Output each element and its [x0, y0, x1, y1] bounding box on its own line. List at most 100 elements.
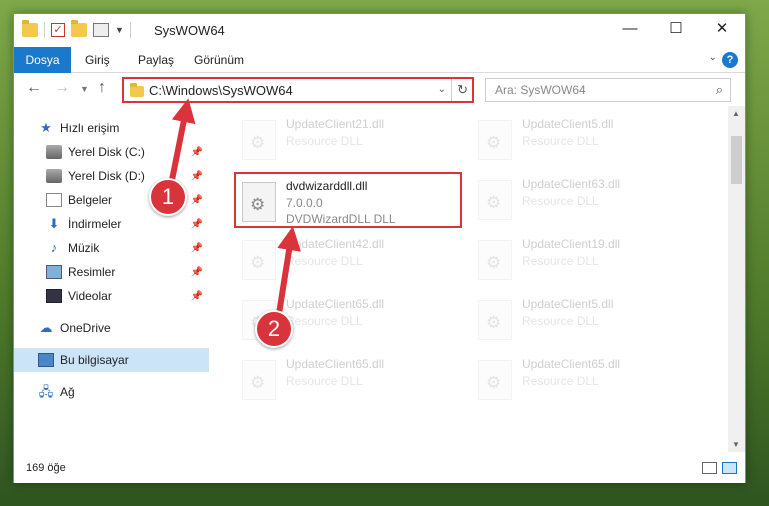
- forward-button[interactable]: →: [54, 79, 70, 97]
- customize-icon[interactable]: [93, 23, 109, 37]
- sidebar-item-this-pc[interactable]: Bu bilgisayar: [14, 348, 209, 372]
- dll-file-icon: [478, 300, 512, 340]
- maximize-button[interactable]: ☐: [653, 14, 699, 44]
- address-bar[interactable]: C:\Windows\SysWOW64 ⌄ ↻: [122, 77, 474, 103]
- star-icon: ★: [40, 120, 52, 135]
- step-badge-2: 2: [255, 310, 293, 348]
- close-button[interactable]: ✕: [699, 14, 745, 44]
- disk-icon: [46, 145, 62, 159]
- tab-view[interactable]: Görünüm: [180, 47, 258, 73]
- dll-file-icon: [242, 240, 276, 280]
- step-badge-1: 1: [149, 178, 187, 216]
- disk-icon: [46, 169, 62, 183]
- sidebar-item-label: İndirmeler: [68, 217, 122, 231]
- file-tile[interactable]: UpdateClient65.dll Resource DLL: [472, 352, 700, 408]
- dll-file-icon: [478, 360, 512, 400]
- file-description: Resource DLL: [522, 374, 599, 388]
- cloud-icon: ☁: [39, 320, 53, 335]
- file-tile-selected[interactable]: dvdwizarddll.dll 7.0.0.0 DVDWizardDLL DL…: [234, 172, 462, 228]
- navigation-pane: ★ Hızlı erişim Yerel Disk (C:) 📌 Yerel D…: [14, 106, 209, 452]
- file-tile[interactable]: UpdateClient5.dll Resource DLL: [472, 112, 700, 168]
- tab-file[interactable]: Dosya: [14, 47, 71, 73]
- sidebar-item-label: Resimler: [68, 265, 116, 279]
- expand-ribbon-icon[interactable]: ⌄: [709, 52, 717, 63]
- minimize-button[interactable]: —: [607, 14, 653, 44]
- dll-file-icon: [242, 120, 276, 160]
- music-icon: ♪: [50, 240, 58, 255]
- scroll-down-icon[interactable]: ▼: [732, 440, 740, 449]
- refresh-icon[interactable]: ↻: [457, 82, 468, 98]
- sidebar-item-downloads[interactable]: ⬇ İndirmeler 📌: [14, 212, 209, 236]
- sidebar-item-quick-access[interactable]: ★ Hızlı erişim: [14, 116, 209, 140]
- search-input[interactable]: Ara: SysWOW64: [495, 83, 586, 97]
- sidebar-item-pictures[interactable]: Resimler 📌: [14, 260, 209, 284]
- sidebar-item-music[interactable]: ♪ Müzik 📌: [14, 236, 209, 260]
- explorer-window: ✓ ▼ SysWOW64 — ☐ ✕ Dosya Giriş Paylaş Gö…: [13, 13, 746, 483]
- sidebar-item-label: Hızlı erişim: [60, 121, 120, 135]
- file-tile[interactable]: UpdateClient42.dll Resource DLL: [236, 232, 464, 288]
- item-count: 169 öğe: [26, 462, 66, 474]
- recent-locations-button[interactable]: ▼: [80, 84, 89, 94]
- sidebar-item-label: Bu bilgisayar: [60, 353, 129, 367]
- file-name: UpdateClient5.dll: [522, 297, 614, 311]
- file-description: Resource DLL: [286, 134, 363, 148]
- sidebar-item-label: Müzik: [68, 241, 100, 255]
- back-button[interactable]: ←: [26, 79, 42, 97]
- pin-icon[interactable]: 📌: [191, 291, 203, 302]
- title-bar: ✓ ▼ SysWOW64 — ☐ ✕: [14, 14, 745, 47]
- navigation-bar: ← → ▼ ↑ C:\Windows\SysWOW64 ⌄ ↻ Ara: Sys…: [14, 73, 745, 105]
- file-description: Resource DLL: [286, 374, 363, 388]
- sidebar-item-onedrive[interactable]: ☁ OneDrive: [14, 316, 209, 340]
- pin-icon[interactable]: 📌: [191, 267, 203, 278]
- chevron-down-icon[interactable]: ▼: [115, 25, 124, 35]
- pin-icon[interactable]: 📌: [191, 171, 203, 182]
- details-view-icon[interactable]: [702, 462, 717, 474]
- computer-icon: [38, 353, 54, 367]
- new-folder-icon[interactable]: [71, 20, 87, 37]
- chevron-down-icon[interactable]: ⌄: [438, 84, 446, 95]
- folder-icon: [130, 83, 144, 97]
- scroll-up-icon[interactable]: ▲: [732, 109, 740, 118]
- file-tile[interactable]: UpdateClient63.dll Resource DLL: [472, 172, 700, 228]
- file-description: Resource DLL: [522, 194, 599, 208]
- download-icon: ⬇: [48, 216, 60, 231]
- pin-icon[interactable]: 📌: [191, 195, 203, 206]
- file-name: UpdateClient65.dll: [286, 297, 385, 311]
- documents-icon: [46, 193, 62, 207]
- divider: [451, 79, 452, 101]
- pin-icon[interactable]: 📌: [191, 147, 203, 158]
- file-description: Resource DLL: [522, 254, 599, 268]
- properties-check-icon[interactable]: ✓: [51, 23, 65, 37]
- tab-home[interactable]: Giriş: [71, 47, 124, 73]
- sidebar-item-label: Yerel Disk (C:): [68, 145, 145, 159]
- sidebar-item-label: OneDrive: [60, 321, 111, 335]
- sidebar-item-disk-c[interactable]: Yerel Disk (C:) 📌: [14, 140, 209, 164]
- file-version: 7.0.0.0: [286, 196, 323, 210]
- pin-icon[interactable]: 📌: [191, 219, 203, 230]
- file-tile[interactable]: UpdateClient65.dll Resource DLL: [236, 352, 464, 408]
- search-box[interactable]: Ara: SysWOW64 ⌕: [485, 78, 731, 102]
- tab-share[interactable]: Paylaş: [124, 47, 188, 73]
- address-path[interactable]: C:\Windows\SysWOW64: [149, 83, 293, 98]
- dll-file-icon: [242, 182, 276, 222]
- file-tile[interactable]: UpdateClient21.dll Resource DLL: [236, 112, 464, 168]
- help-icon[interactable]: ?: [722, 52, 738, 68]
- videos-icon: [46, 289, 62, 303]
- sidebar-item-network[interactable]: 🖧 Ağ: [14, 380, 209, 404]
- pictures-icon: [46, 265, 62, 279]
- vertical-scrollbar[interactable]: ▲ ▼: [728, 106, 745, 452]
- up-button[interactable]: ↑: [98, 79, 106, 97]
- scrollbar-thumb[interactable]: [731, 136, 742, 184]
- search-icon[interactable]: ⌕: [716, 82, 723, 98]
- tiles-view-icon[interactable]: [722, 462, 737, 474]
- file-name: UpdateClient65.dll: [286, 357, 385, 371]
- status-bar: 169 öğe: [14, 454, 745, 483]
- file-name: UpdateClient65.dll: [522, 357, 621, 371]
- dll-file-icon: [478, 180, 512, 220]
- file-description: Resource DLL: [286, 254, 363, 268]
- file-tile[interactable]: UpdateClient5.dll Resource DLL: [472, 292, 700, 348]
- sidebar-item-videos[interactable]: Videolar 📌: [14, 284, 209, 308]
- pin-icon[interactable]: 📌: [191, 243, 203, 254]
- sidebar-item-label: Belgeler: [68, 193, 113, 207]
- file-tile[interactable]: UpdateClient19.dll Resource DLL: [472, 232, 700, 288]
